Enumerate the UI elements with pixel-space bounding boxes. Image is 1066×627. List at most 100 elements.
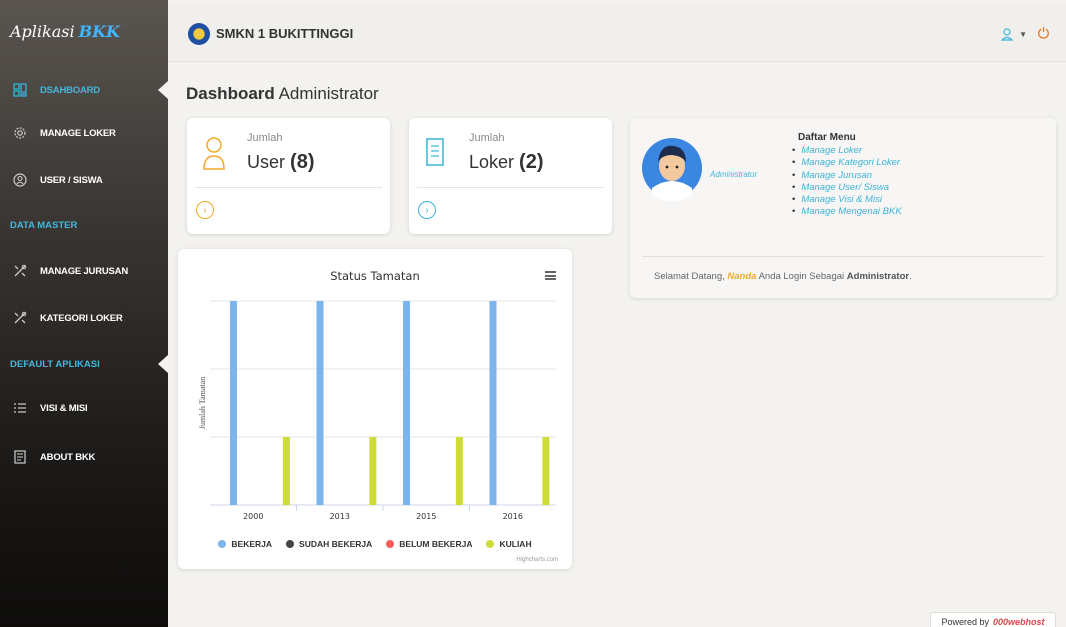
sidebar-item-visi-misi[interactable]: VISI & MISI [0,385,168,431]
sidebar-item-label: USER / SISWA [40,174,103,186]
legend-marker [218,540,227,548]
legend-item[interactable]: SUDAH BEKERJA [286,539,372,549]
topbar-actions: ▼ [1001,26,1050,42]
divider [195,187,382,188]
divider [642,256,1044,257]
bar-bekerja [489,301,497,505]
legend-marker [286,540,295,548]
bar-bekerja [316,301,324,505]
welcome-message: Selamat Datang, Nanda Anda Login Sebagai… [654,271,912,282]
divider [417,187,604,188]
y-axis-label: Jumlah Tamatan [198,377,207,429]
legend-label: SUDAH BEKERJA [299,539,373,549]
sidebar-item-label: ABOUT BKK [40,451,96,463]
page-title: Dashboard Administrator [186,84,379,104]
bar-kuliah [282,437,290,505]
stat-label: Loker [469,152,515,172]
x-tick-label: 2000 [243,512,263,521]
tools-icon [12,263,28,279]
powered-prefix: Powered by [941,617,989,627]
stat-label: User [247,152,286,172]
bar-kuliah [369,437,377,505]
menu-link[interactable]: Manage Loker [792,145,902,157]
status-tamatan-chart: Status Tamatan Jumlah Tamatan 2000 2013 201… [178,249,572,569]
chart-credits: Highcharts.com [516,557,558,563]
legend-item[interactable]: BEKERJA [218,539,272,549]
legend-label: BEKERJA [231,539,273,549]
power-icon[interactable] [1037,26,1050,42]
dashboard-grid-icon [12,82,28,98]
gear-icon [12,125,28,141]
sidebar-item-label: DSAHBOARD [40,84,100,96]
sidebar-item-manage-jurusan[interactable]: MANAGE JURUSAN [0,248,168,294]
sidebar-item-user-siswa[interactable]: USER / SISWA [0,157,168,203]
chart-plot: Jumlah Tamatan 2000 2013 2015 2016 [198,300,556,521]
powered-by-badge[interactable]: Powered by 000webhost [930,612,1056,627]
admin-avatar [642,138,702,201]
bar-bekerja [230,301,237,505]
stat-small-label: Jumlah [469,132,505,144]
legend-item[interactable]: KULIAH [486,539,532,549]
user-menu[interactable]: ▼ [1001,27,1027,41]
menu-list: Manage Loker Manage Kategori Loker Manag… [792,145,902,219]
brand-highlight: BKK [78,21,120,41]
x-tick-label: 2015 [416,512,436,521]
legend-marker [486,540,495,548]
school-name: SMKN 1 BUKITTINGGI [216,26,354,41]
page-title-bold: Dashboard [186,84,275,103]
admin-role-label: Administrator [710,170,758,179]
powered-brand: 000webhost [993,617,1045,627]
welcome-prefix: Selamat Datang, [654,271,728,282]
sidebar-item-kategori-loker[interactable]: KATEGORI LOKER [0,295,168,341]
sidebar-item-label: MANAGE JURUSAN [40,265,128,277]
user-circle-icon [12,172,28,188]
chevron-right-icon[interactable]: › [418,201,436,219]
menu-link[interactable]: Manage Jurusan [792,170,902,182]
menu-link[interactable]: Manage User/ Siswa [792,182,902,194]
bar-kuliah [455,437,463,505]
chevron-down-icon: ▼ [1019,29,1027,39]
app-brand[interactable]: Aplikasi BKK [0,0,168,62]
menu-list-title: Daftar Menu [798,132,856,143]
menu-link[interactable]: Manage Mengenai BKK [792,206,901,218]
x-tick-label: 2016 [503,512,523,521]
menu-link[interactable]: Manage Kategori Loker [792,157,902,169]
user-icon [1001,27,1014,41]
school-logo [188,22,210,45]
list-icon [12,400,28,416]
legend-label: BELUM BEKERJA [399,539,473,549]
stat-value: User (8) [247,151,314,174]
section-indicator [158,355,168,373]
sidebar-item-label: KATEGORI LOKER [40,312,123,324]
page-title-rest: Administrator [274,84,379,103]
sidebar-item-label: VISI & MISI [40,402,88,414]
admin-menu-card: Administrator Daftar Menu Manage Loker M… [630,118,1056,298]
legend-marker [386,540,395,548]
welcome-name: Nanda [727,271,757,282]
document-icon [12,449,28,465]
stat-small-label: Jumlah [247,132,283,144]
bar-kuliah [542,437,550,505]
stat-card-loker: Jumlah Loker (2) › [409,118,612,234]
x-tick-label: 2013 [330,512,350,521]
section-label: DEFAULT APLIKASI [10,358,100,370]
user-icon [203,137,225,170]
sidebar: Aplikasi BKK DSAHBOARD MANAGE LOKER USER… [0,0,168,627]
sidebar-item-about-bkk[interactable]: ABOUT BKK [0,434,168,480]
tools-icon [12,310,28,326]
stat-count: (2) [519,151,544,173]
chart-legend: BEKERJA SUDAH BEKERJA BELUM BEKERJA KULIAH [178,539,572,549]
stat-value: Loker (2) [469,151,544,174]
welcome-end: . [909,271,912,282]
sidebar-item-dashboard[interactable]: DSAHBOARD [0,67,168,113]
sidebar-item-label: MANAGE LOKER [40,127,116,139]
section-default-aplikasi: DEFAULT APLIKASI [0,342,168,386]
legend-item[interactable]: BELUM BEKERJA [386,539,472,549]
legend-label: KULIAH [499,539,532,549]
chevron-right-icon[interactable]: › [196,201,214,219]
active-indicator [158,81,168,99]
section-data-master: DATA MASTER [10,219,78,231]
brand-prefix: Aplikasi [10,21,75,41]
sidebar-item-manage-loker[interactable]: MANAGE LOKER [0,110,168,156]
menu-link[interactable]: Manage Visi & Misi [792,194,902,206]
